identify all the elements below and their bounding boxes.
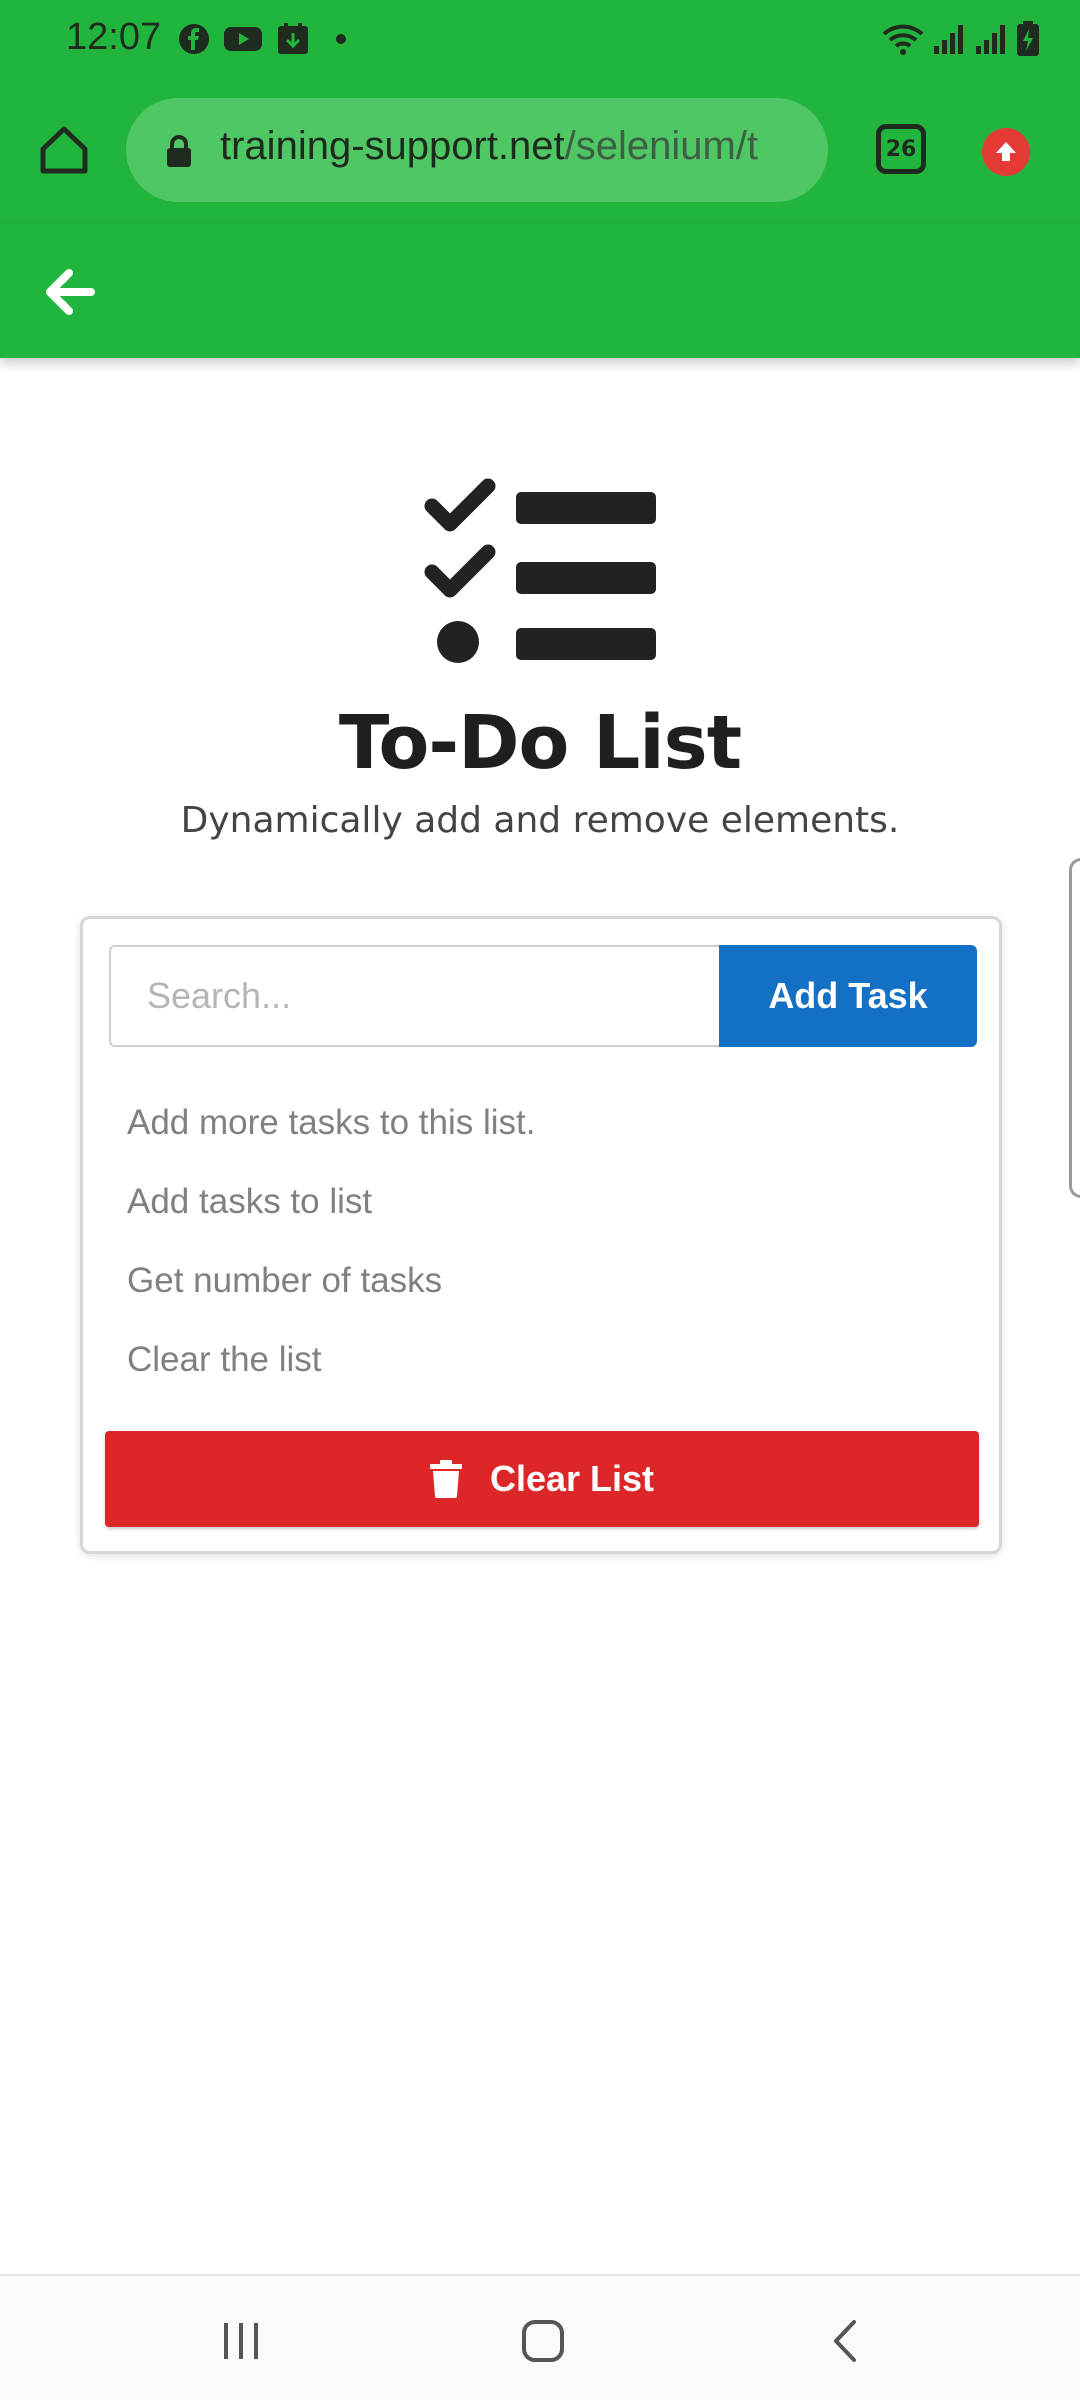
todo-list-icon xyxy=(424,478,656,663)
signal-icon xyxy=(976,25,1005,54)
address-bar[interactable]: training-support.net/selenium/t xyxy=(126,98,828,202)
battery-charging-icon xyxy=(1017,21,1039,56)
tab-switcher-button[interactable]: 26 xyxy=(876,124,926,174)
tab-count: 26 xyxy=(885,136,917,162)
page-title: To-Do List xyxy=(338,700,742,786)
system-navigation-bar xyxy=(0,2274,1080,2400)
recent-apps-icon xyxy=(224,2323,258,2359)
task-item[interactable]: Get number of tasks xyxy=(127,1251,535,1330)
url-text: training-support.net/selenium/t xyxy=(220,124,758,169)
home-icon xyxy=(40,126,88,174)
home-nav-button[interactable] xyxy=(498,2306,588,2376)
recent-apps-button[interactable] xyxy=(196,2306,286,2376)
back-nav-button[interactable] xyxy=(800,2306,890,2376)
task-item[interactable]: Add more tasks to this list. xyxy=(127,1093,535,1172)
page-subtitle: Dynamically add and remove elements. xyxy=(180,800,900,841)
wifi-icon xyxy=(882,24,924,55)
url-domain: training-support.net xyxy=(220,124,565,168)
arrow-left-icon xyxy=(46,269,95,315)
task-item[interactable]: Add tasks to list xyxy=(127,1172,535,1251)
download-app-icon xyxy=(278,23,308,54)
todo-card: Add Task Add more tasks to this list. Ad… xyxy=(80,916,1002,1554)
app-header xyxy=(0,224,1080,358)
browser-toolbar: training-support.net/selenium/t 26 xyxy=(0,78,1080,224)
facebook-icon xyxy=(179,24,209,54)
home-button[interactable] xyxy=(34,120,94,180)
back-button[interactable] xyxy=(38,260,102,324)
notification-icons xyxy=(178,20,346,58)
browser-update-button[interactable] xyxy=(982,128,1030,176)
task-item[interactable]: Clear the list xyxy=(127,1330,535,1409)
system-icons xyxy=(882,20,1040,58)
task-input[interactable] xyxy=(109,945,719,1047)
clear-list-label: Clear List xyxy=(489,1458,655,1499)
trash-icon xyxy=(429,1460,462,1498)
task-list: Add more tasks to this list. Add tasks t… xyxy=(127,1093,535,1409)
clear-list-button[interactable]: Clear List xyxy=(105,1431,979,1527)
add-task-button[interactable]: Add Task xyxy=(719,945,977,1047)
status-time: 12:07 xyxy=(66,16,162,58)
chevron-left-icon xyxy=(834,2320,856,2362)
lock-icon xyxy=(167,135,191,167)
home-square-icon xyxy=(522,2320,564,2362)
status-bar: 12:07 xyxy=(0,0,1080,78)
side-panel-handle[interactable] xyxy=(1069,858,1080,1198)
more-notifications-dot xyxy=(336,34,346,44)
signal-icon xyxy=(934,25,963,54)
update-arrow-icon xyxy=(996,142,1016,161)
youtube-icon xyxy=(224,27,262,51)
url-path: /selenium/t xyxy=(564,124,759,168)
